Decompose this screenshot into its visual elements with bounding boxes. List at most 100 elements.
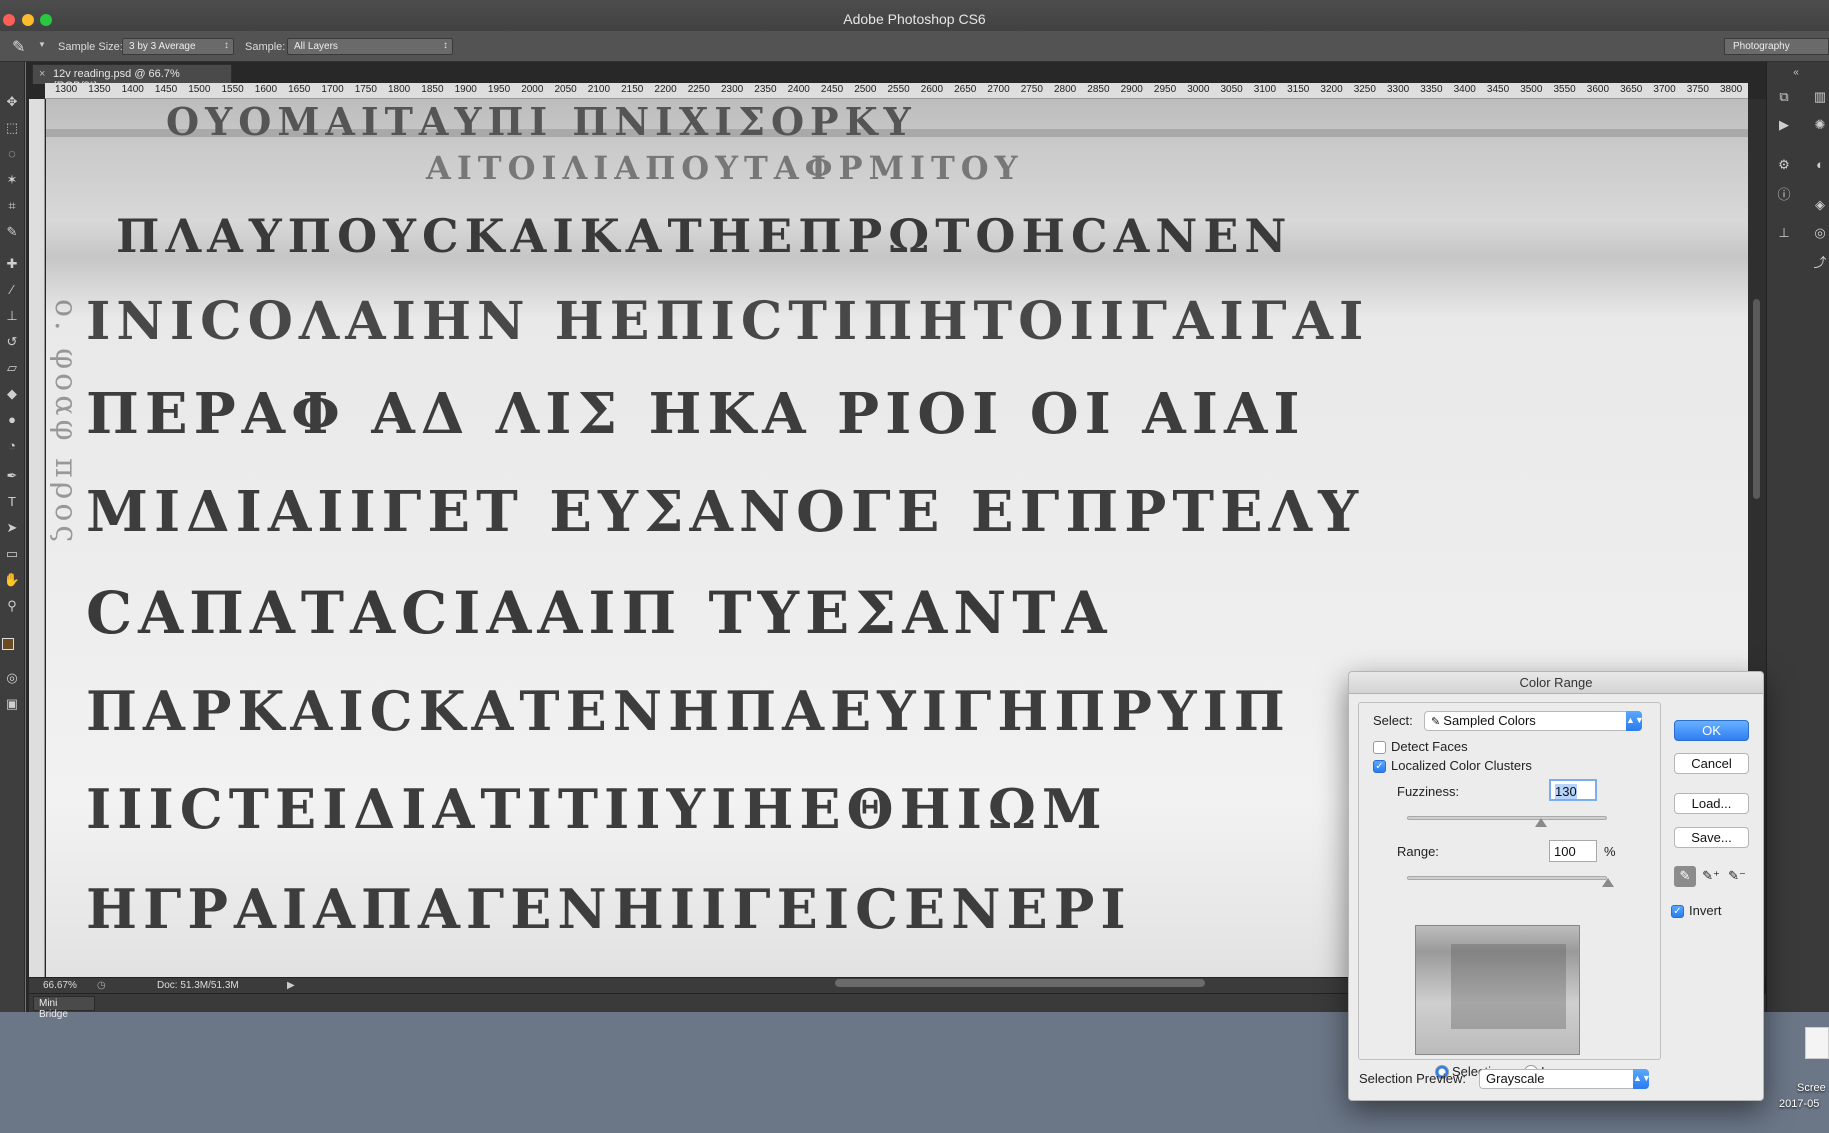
eyedropper-icon-small: ✎	[1431, 716, 1444, 728]
screen-mode-icon[interactable]: ▣	[2, 694, 22, 714]
marquee-tool-icon[interactable]: ⬚	[2, 118, 22, 138]
clone-source-panel-icon[interactable]: ⊥	[1775, 224, 1793, 242]
cancel-button[interactable]: Cancel	[1674, 753, 1749, 774]
ruler-tick: 3750	[1686, 84, 1709, 95]
scroll-thumb[interactable]	[1753, 299, 1760, 499]
range-input[interactable]: 100	[1549, 840, 1597, 862]
clone-stamp-icon[interactable]: ⊥	[2, 306, 22, 326]
mini-bridge-tab[interactable]: Mini Bridge	[33, 996, 95, 1020]
ruler-tick: 3000	[1187, 84, 1210, 95]
hand-tool-icon[interactable]: ✋	[2, 570, 22, 590]
invert-label[interactable]: Invert	[1689, 903, 1722, 918]
ruler-tick: 3100	[1253, 84, 1277, 95]
ruler-tick: 2750	[1020, 84, 1043, 95]
workspace-switcher[interactable]: Photography	[1724, 38, 1829, 55]
horizontal-scroll-thumb[interactable]	[835, 979, 1205, 987]
status-info-icon[interactable]: ◷	[97, 980, 106, 991]
ruler-tick: 1650	[288, 84, 311, 95]
dodge-tool-icon[interactable]: ◔	[2, 436, 22, 456]
type-tool-icon[interactable]: T	[2, 492, 22, 512]
layers-panel-icon[interactable]: ◈	[1811, 196, 1829, 214]
sample-select[interactable]: All Layers	[287, 38, 453, 55]
invert-checkbox[interactable]: ✓	[1671, 905, 1684, 918]
collapse-panels-icon[interactable]: «	[1787, 64, 1805, 82]
info-panel-icon[interactable]: ⓘ	[1775, 186, 1793, 204]
document-tab[interactable]: × 12v reading.psd @ 66.7% (RGB/8*)	[32, 64, 232, 92]
status-menu-arrow-icon[interactable]: ▶	[287, 980, 295, 991]
select-dropdown[interactable]: ✎ Sampled Colors ▲▼	[1424, 711, 1644, 731]
shape-tool-icon[interactable]: ▭	[2, 544, 22, 564]
vertical-ruler[interactable]	[29, 99, 45, 977]
history-brush-icon[interactable]: ↺	[2, 332, 22, 352]
ruler-tick: 2550	[887, 84, 910, 95]
actions-panel-icon[interactable]: ▶	[1775, 116, 1793, 134]
quick-mask-icon[interactable]: ◎	[2, 668, 22, 688]
fuzziness-slider[interactable]	[1407, 816, 1607, 820]
ruler-tick: 1350	[88, 84, 111, 95]
ruler-tick: 3200	[1320, 84, 1343, 95]
range-slider-knob[interactable]	[1602, 878, 1614, 887]
detect-faces-label[interactable]: Detect Faces	[1391, 739, 1468, 754]
properties-panel-icon[interactable]: ⚙	[1775, 156, 1793, 174]
zoom-tool-icon[interactable]: ⚲	[2, 596, 22, 616]
lasso-tool-icon[interactable]: ◌	[2, 144, 22, 164]
eyedropper-subtract-icon[interactable]: ✎⁻	[1726, 866, 1748, 887]
channels-panel-icon[interactable]: ◎	[1811, 224, 1829, 242]
ruler-tick: 2650	[954, 84, 977, 95]
navigator-panel-icon[interactable]: ✺	[1811, 116, 1829, 134]
eyedropper-add-icon[interactable]: ✎⁺	[1700, 866, 1722, 887]
selection-preview-label: Selection Preview:	[1359, 1071, 1466, 1086]
ruler-tick: 1850	[421, 84, 444, 95]
foreground-color-swatch[interactable]	[2, 638, 14, 650]
crop-tool-icon[interactable]: ⌗	[2, 196, 22, 216]
ruler-tick: 1550	[221, 84, 244, 95]
path-select-icon[interactable]: ➤	[2, 518, 22, 538]
vertical-undertext: ο. φοαφ προς	[48, 299, 83, 547]
save-button[interactable]: Save...	[1674, 827, 1749, 848]
localized-clusters-checkbox[interactable]: ✓	[1373, 760, 1386, 773]
localized-clusters-label[interactable]: Localized Color Clusters	[1391, 758, 1532, 773]
ok-button[interactable]: OK	[1674, 720, 1749, 741]
ruler-tick: 2500	[854, 84, 877, 95]
eyedropper-tool-icon[interactable]: ✎	[12, 37, 25, 57]
eyedropper-sample-icon[interactable]: ✎	[1674, 866, 1696, 887]
selection-preview-thumbnail	[1415, 925, 1580, 1055]
ruler-tick: 1450	[154, 84, 178, 95]
fuzziness-slider-knob[interactable]	[1535, 818, 1547, 827]
ruler-tick: 2400	[787, 84, 810, 95]
healing-brush-icon[interactable]: ✚	[2, 254, 22, 274]
manuscript-line-6: ΜΙΔΙΑΙΙΓΕΤ ΕΥΣΑΝΟΓΕ ΕΓΠΡΤΕΛΥ	[86, 479, 1365, 545]
move-tool-icon[interactable]: ✥	[2, 92, 22, 112]
eraser-tool-icon[interactable]: ▱	[2, 358, 22, 378]
eyedropper-icon[interactable]: ✎	[2, 222, 22, 242]
paint-bucket-icon[interactable]: ◆	[2, 384, 22, 404]
screenshot-file-icon[interactable]	[1805, 1027, 1829, 1059]
paths-panel-icon[interactable]: ⤴	[1811, 254, 1829, 272]
zoom-level[interactable]: 66.67%	[43, 980, 77, 991]
load-button[interactable]: Load...	[1674, 793, 1749, 814]
options-bar: ✎ ▼ Sample Size: 3 by 3 Average Sample: …	[0, 31, 1829, 62]
blur-tool-icon[interactable]: ●	[2, 410, 22, 430]
ruler-tick: 2200	[654, 84, 677, 95]
select-value: Sampled Colors	[1443, 713, 1536, 728]
fuzziness-input[interactable]: 130	[1549, 779, 1597, 801]
detect-faces-checkbox[interactable]	[1373, 741, 1386, 754]
histogram-panel-icon[interactable]: ▥	[1811, 88, 1829, 106]
ruler-tick: 3550	[1553, 84, 1576, 95]
manuscript-line-2: ΑΙΤΟΙΛΙΑΠΟΥΤΑΦΡΜΙΤΟΥ	[426, 149, 1024, 187]
tool-preset-dropdown-icon[interactable]: ▼	[38, 40, 46, 49]
ruler-tick: 1600	[254, 84, 278, 95]
select-label: Select:	[1373, 713, 1413, 728]
history-panel-icon[interactable]: ⧉	[1775, 88, 1793, 106]
selection-preview-select[interactable]: Grayscale ▲▼	[1479, 1069, 1651, 1089]
sample-size-select[interactable]: 3 by 3 Average	[122, 38, 234, 55]
magic-wand-tool-icon[interactable]: ✶	[2, 170, 22, 190]
ruler-tick: 2600	[920, 84, 944, 95]
horizontal-ruler[interactable]: 1300 1350 1400 1450 1500 1550 1600 1650 1700 1750…	[45, 83, 1748, 99]
ruler-tick: 3800	[1720, 84, 1743, 95]
close-tab-icon[interactable]: ×	[39, 68, 45, 80]
pen-tool-icon[interactable]: ✒	[2, 466, 22, 486]
brush-tool-icon[interactable]: ⁄	[2, 280, 22, 300]
range-slider[interactable]	[1407, 876, 1607, 880]
adjustments-panel-icon[interactable]: ◐	[1811, 156, 1829, 174]
